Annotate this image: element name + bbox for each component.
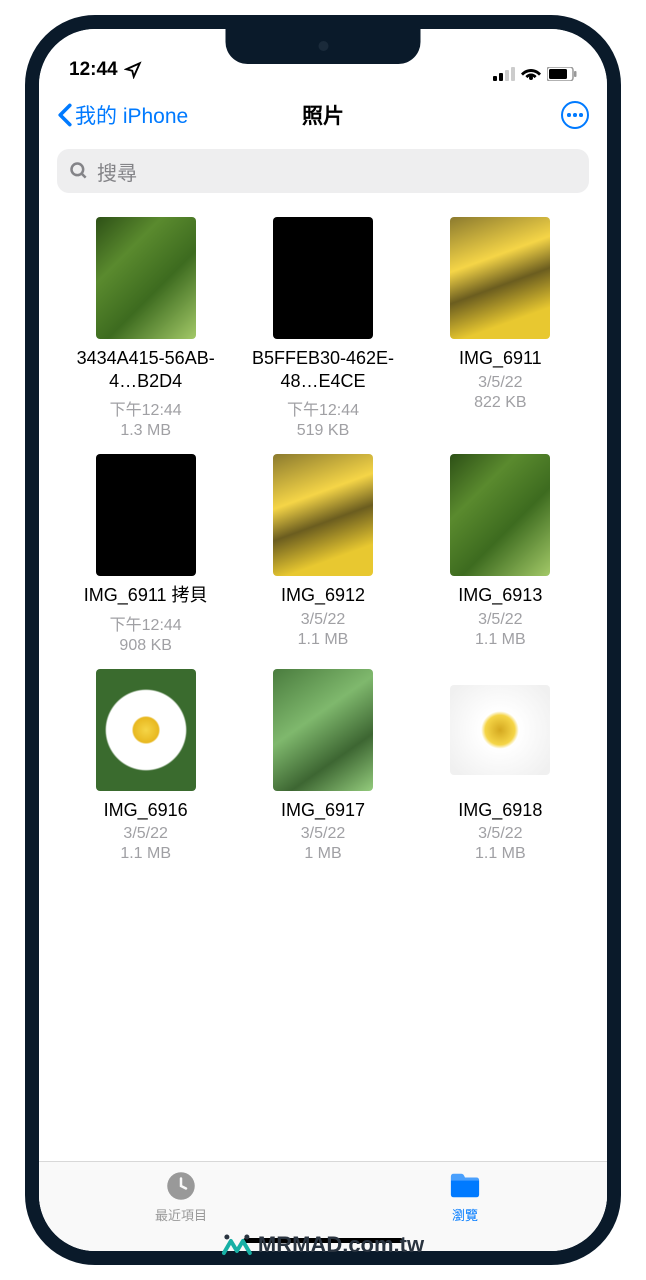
file-name: IMG_6913	[458, 584, 542, 607]
file-item[interactable]: B5FFEB30-462E-48…E4CE 下午12:44 519 KB	[240, 217, 405, 440]
file-date: 3/5/22	[478, 374, 522, 392]
folder-icon	[449, 1170, 481, 1202]
file-name: IMG_6916	[104, 799, 188, 822]
file-item[interactable]: IMG_6917 3/5/22 1 MB	[240, 669, 405, 864]
file-item[interactable]: IMG_6918 3/5/22 1.1 MB	[418, 669, 583, 864]
file-date: 3/5/22	[478, 825, 522, 843]
file-size: 1.1 MB	[475, 631, 526, 649]
back-button[interactable]: 我的 iPhone	[57, 100, 188, 130]
file-thumbnail	[450, 454, 550, 576]
file-size: 1.1 MB	[298, 631, 349, 649]
file-thumbnail	[96, 217, 196, 339]
file-date: 3/5/22	[478, 611, 522, 629]
cellular-icon	[493, 67, 515, 81]
file-thumbnail	[450, 217, 550, 339]
file-size: 1.1 MB	[120, 845, 171, 863]
file-grid-scroll[interactable]: 3434A415-56AB-4…B2D4 下午12:44 1.3 MB B5FFEB3…	[39, 205, 607, 1161]
file-thumbnail	[96, 669, 196, 791]
file-name: IMG_6918	[458, 799, 542, 822]
more-button[interactable]	[561, 101, 589, 129]
ellipsis-icon	[567, 113, 583, 117]
device-notch	[226, 29, 421, 64]
file-thumbnail	[450, 685, 550, 775]
file-name: 3434A415-56AB-4…B2D4	[66, 347, 226, 392]
tab-recent-label: 最近項目	[155, 1205, 207, 1224]
file-item[interactable]: IMG_6911 3/5/22 822 KB	[418, 217, 583, 440]
back-label: 我的 iPhone	[75, 100, 188, 130]
page-title: 照片	[302, 100, 344, 130]
file-date: 3/5/22	[301, 611, 345, 629]
status-time: 12:44	[69, 59, 118, 81]
battery-icon	[547, 67, 577, 81]
file-name: IMG_6912	[281, 584, 365, 607]
file-item[interactable]: IMG_6912 3/5/22 1.1 MB	[240, 454, 405, 655]
navigation-bar: 我的 iPhone 照片	[39, 87, 607, 143]
location-arrow-icon	[124, 61, 142, 79]
watermark-text: MRMAD.com.tw	[258, 1232, 424, 1258]
watermark: MRMAD.com.tw	[222, 1232, 424, 1258]
file-date: 下午12:44	[110, 396, 182, 420]
search-placeholder: 搜尋	[97, 157, 137, 186]
file-date: 下午12:44	[110, 611, 182, 635]
wifi-icon	[521, 67, 541, 81]
file-item[interactable]: IMG_6911 拷貝下午12:44 908 KB	[63, 454, 228, 655]
file-item[interactable]: IMG_6913 3/5/22 1.1 MB	[418, 454, 583, 655]
chevron-left-icon	[57, 103, 73, 127]
file-size: 908 KB	[119, 637, 171, 655]
file-item[interactable]: IMG_6916 3/5/22 1.1 MB	[63, 669, 228, 864]
clock-icon	[165, 1170, 197, 1202]
search-input[interactable]: 搜尋	[57, 149, 589, 193]
file-name: IMG_6911 拷貝	[84, 584, 208, 607]
search-icon	[69, 161, 89, 181]
file-item[interactable]: 3434A415-56AB-4…B2D4 下午12:44 1.3 MB	[63, 217, 228, 440]
file-date: 下午12:44	[287, 396, 359, 420]
file-thumbnail	[273, 217, 373, 339]
file-size: 519 KB	[297, 422, 349, 440]
watermark-logo-icon	[222, 1233, 252, 1257]
file-thumbnail	[273, 454, 373, 576]
file-thumbnail	[273, 669, 373, 791]
file-thumbnail	[96, 454, 196, 576]
file-size: 1 MB	[304, 845, 341, 863]
tab-browse-label: 瀏覽	[452, 1205, 478, 1224]
file-name: B5FFEB30-462E-48…E4CE	[243, 347, 403, 392]
file-name: IMG_6911	[459, 347, 542, 370]
file-date: 3/5/22	[123, 825, 167, 843]
file-name: IMG_6917	[281, 799, 365, 822]
file-date: 3/5/22	[301, 825, 345, 843]
file-size: 1.3 MB	[120, 422, 171, 440]
file-size: 822 KB	[474, 394, 526, 412]
file-size: 1.1 MB	[475, 845, 526, 863]
